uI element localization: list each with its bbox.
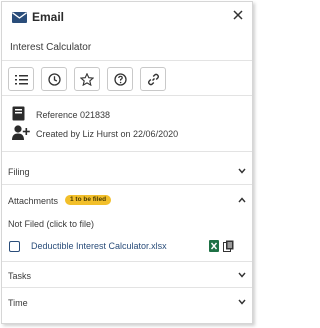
panel-title: Email: [32, 10, 65, 24]
email-meta: Reference 021838 Created by Liz Hurst on…: [2, 96, 252, 152]
history-button[interactable]: [41, 67, 67, 91]
link-button[interactable]: [140, 67, 166, 91]
filing-section-header[interactable]: Filing: [2, 158, 252, 185]
attachment-name[interactable]: Deductible Interest Calculator.xlsx: [31, 241, 167, 251]
tasks-label: Tasks: [8, 271, 32, 281]
time-section-header[interactable]: Time: [2, 289, 252, 316]
star-icon: [80, 72, 94, 86]
action-toolbar: [2, 60, 252, 96]
email-subject: Interest Calculator: [10, 42, 92, 53]
checklist-button[interactable]: [8, 67, 34, 91]
chevron-down-icon: [238, 272, 246, 278]
book-icon: [12, 106, 25, 121]
chevron-up-icon: [238, 197, 246, 203]
chevron-down-icon: [238, 299, 246, 305]
tasks-section-header[interactable]: Tasks: [2, 261, 252, 288]
favourite-button[interactable]: [74, 67, 100, 91]
envelope-icon: [12, 12, 27, 23]
attachment-row: Deductible Interest Calculator.xlsx: [2, 235, 252, 257]
excel-icon: [209, 240, 219, 252]
status-badge: 1 to be filed: [65, 195, 112, 205]
link-icon: [147, 73, 159, 85]
email-panel: Email Interest Calculator Reference 0218…: [1, 1, 253, 324]
attachments-label: Attachments: [8, 196, 59, 206]
filing-label: Filing: [8, 167, 30, 177]
not-filed-link[interactable]: Not Filed (click to file): [8, 219, 94, 229]
reference-label: Reference: [36, 110, 78, 120]
help-icon: [113, 72, 127, 86]
attachments-section-header[interactable]: Attachments 1 to be filed: [2, 187, 252, 214]
clock-icon: [47, 72, 61, 86]
copy-icon[interactable]: [223, 240, 234, 252]
created-info: Created by Liz Hurst on 22/06/2020: [36, 129, 179, 139]
chevron-down-icon: [238, 168, 246, 174]
attachment-checkbox[interactable]: [9, 241, 20, 252]
reference-value: 021838: [80, 110, 111, 120]
panel-header: Email: [2, 2, 252, 32]
time-label: Time: [8, 298, 28, 308]
help-button[interactable]: [107, 67, 133, 91]
checklist-icon: [14, 74, 28, 84]
close-icon[interactable]: [231, 8, 245, 22]
add-user-icon: [12, 125, 30, 140]
